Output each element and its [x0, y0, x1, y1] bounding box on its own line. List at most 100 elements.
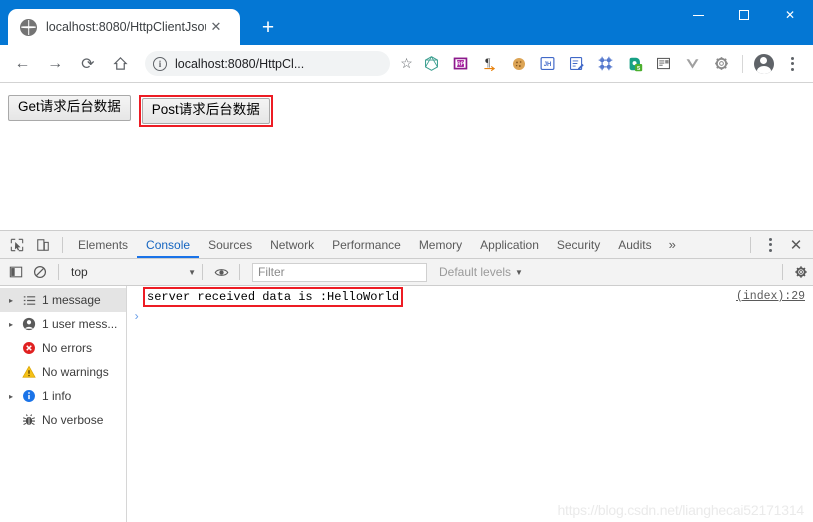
execution-context-select[interactable]: top ▼ — [71, 262, 196, 282]
vue-devtools-extension-icon[interactable] — [680, 51, 705, 77]
console-body: ▸ 1 message ▸ 1 user mess... No errors N… — [0, 286, 813, 522]
title-bar: localhost:8080/HttpClientJsou ✕ + ✕ — [0, 0, 813, 45]
devtools-tabbar-right: ✕ — [744, 233, 813, 257]
chevron-down-icon: ▼ — [515, 267, 523, 277]
console-message-text: server received data is :HelloWorld — [143, 286, 404, 307]
chevron-down-icon: ▼ — [188, 267, 196, 277]
tab-application[interactable]: Application — [471, 232, 548, 258]
error-icon — [21, 340, 37, 356]
sidebar-item-label: No warnings — [42, 365, 109, 379]
console-toolbar-divider-2 — [202, 264, 203, 280]
reload-icon[interactable]: ⟳ — [75, 50, 102, 78]
close-icon[interactable]: ✕ — [206, 17, 226, 37]
rp-extension-icon[interactable]: RP — [448, 51, 473, 77]
console-toolbar: top ▼ Filter Default levels ▼ — [0, 259, 813, 286]
tab-sources[interactable]: Sources — [199, 232, 261, 258]
frame-grid-extension-icon[interactable] — [593, 51, 618, 77]
user-icon — [21, 316, 37, 332]
jh-extension-icon[interactable]: JH — [535, 51, 560, 77]
sidebar-item-label: 1 message — [42, 293, 101, 307]
devtools-tabbar: Elements Console Sources Network Perform… — [0, 231, 813, 259]
prompt-arrow-icon: › — [133, 310, 141, 324]
live-expression-icon[interactable] — [209, 261, 233, 283]
device-toolbar-icon[interactable] — [30, 233, 56, 257]
console-filter-placeholder: Filter — [258, 265, 285, 279]
console-message-list: server received data is :HelloWorld (ind… — [127, 286, 813, 522]
svg-text:RP: RP — [457, 62, 465, 68]
profile-avatar[interactable] — [751, 51, 776, 77]
minimize-button[interactable] — [675, 0, 721, 30]
devtools-divider — [62, 236, 63, 253]
tab-elements[interactable]: Elements — [69, 232, 137, 258]
sidebar-item-errors[interactable]: ▸ No errors — [0, 336, 126, 360]
tab-console[interactable]: Console — [137, 232, 199, 258]
tab-performance[interactable]: Performance — [323, 232, 410, 258]
console-toolbar-divider-1 — [58, 264, 59, 280]
page-content: Get请求后台数据 Post请求后台数据 — [0, 83, 813, 230]
devtools-close-icon[interactable]: ✕ — [783, 233, 809, 257]
console-message-row[interactable]: server received data is :HelloWorld (ind… — [127, 286, 813, 307]
log-levels-select[interactable]: Default levels ▼ — [439, 265, 523, 279]
console-sidebar-toggle-icon[interactable] — [4, 261, 28, 283]
sidebar-item-info[interactable]: ▸ 1 info — [0, 384, 126, 408]
toolbar-divider — [742, 54, 744, 73]
devtools-panel: Elements Console Sources Network Perform… — [0, 230, 813, 522]
verbose-bug-icon — [21, 412, 37, 428]
tab-memory[interactable]: Memory — [410, 232, 471, 258]
gear-extension-icon[interactable] — [709, 51, 734, 77]
forward-icon[interactable]: → — [42, 50, 69, 78]
tab-title: localhost:8080/HttpClientJsou — [46, 20, 206, 34]
avatar — [753, 53, 774, 74]
note-capture-extension-icon[interactable] — [651, 51, 676, 77]
watermark-text: https://blog.csdn.net/lianghecai52171314 — [557, 502, 804, 518]
console-filter-input[interactable]: Filter — [252, 262, 427, 282]
sidebar-item-user-messages[interactable]: ▸ 1 user mess... — [0, 312, 126, 336]
console-toolbar-divider-4 — [782, 264, 783, 280]
new-tab-button[interactable]: + — [254, 13, 282, 41]
cookie-extension-icon[interactable] — [506, 51, 531, 77]
post-button-annotation: Post请求后台数据 — [138, 95, 273, 127]
sidebar-item-messages[interactable]: ▸ 1 message — [0, 288, 126, 312]
tab-network[interactable]: Network — [261, 232, 323, 258]
address-bar[interactable]: i localhost:8080/HttpCl... — [145, 51, 390, 76]
tab-audits[interactable]: Audits — [609, 232, 660, 258]
maximize-button[interactable] — [721, 0, 767, 30]
graphql-extension-icon[interactable] — [419, 51, 444, 77]
pilcrow-extension-icon[interactable]: ¶ — [477, 51, 502, 77]
sidebar-item-warnings[interactable]: ▸ No warnings — [0, 360, 126, 384]
evernote-extension-icon[interactable]: 5 — [622, 51, 647, 77]
svg-text:JH: JH — [544, 62, 552, 68]
chrome-menu-icon[interactable] — [780, 51, 805, 77]
tabs-overflow-icon[interactable]: » — [661, 232, 684, 258]
page-info-icon[interactable]: i — [153, 56, 167, 71]
chevron-right-icon[interactable]: ▸ — [6, 392, 16, 401]
globe-icon — [20, 18, 37, 36]
log-levels-label: Default levels — [439, 265, 512, 279]
clear-console-icon[interactable] — [28, 261, 52, 283]
console-sidebar: ▸ 1 message ▸ 1 user mess... No errors N… — [0, 286, 127, 522]
browser-tab[interactable]: localhost:8080/HttpClientJsou ✕ — [8, 9, 240, 45]
inspect-element-icon[interactable] — [4, 233, 30, 257]
console-toolbar-divider-3 — [239, 264, 240, 280]
page-button-row: Get请求后台数据 Post请求后台数据 — [8, 95, 813, 127]
post-request-button[interactable]: Post请求后台数据 — [141, 98, 270, 124]
get-request-button[interactable]: Get请求后台数据 — [8, 95, 131, 121]
console-message-source-link[interactable]: (index):29 — [736, 290, 805, 303]
settings-gear-icon[interactable] — [789, 261, 813, 283]
form-edit-extension-icon[interactable] — [564, 51, 589, 77]
sidebar-item-label: 1 info — [42, 389, 72, 403]
bookmark-star-icon[interactable]: ☆ — [396, 53, 417, 75]
tab-security[interactable]: Security — [548, 232, 609, 258]
back-icon[interactable]: ← — [9, 50, 36, 78]
devtools-menu-icon[interactable] — [757, 233, 783, 257]
chevron-right-icon[interactable]: ▸ — [6, 296, 16, 305]
console-toolbar-right — [776, 261, 813, 283]
home-icon[interactable] — [107, 50, 134, 78]
devtools-divider-right — [750, 236, 751, 253]
close-window-button[interactable]: ✕ — [767, 0, 813, 30]
sidebar-item-verbose[interactable]: ▸ No verbose — [0, 408, 126, 432]
window-controls: ✕ — [675, 0, 813, 30]
chevron-right-icon[interactable]: ▸ — [6, 320, 16, 329]
info-icon — [21, 388, 37, 404]
console-prompt[interactable]: › — [127, 307, 813, 327]
